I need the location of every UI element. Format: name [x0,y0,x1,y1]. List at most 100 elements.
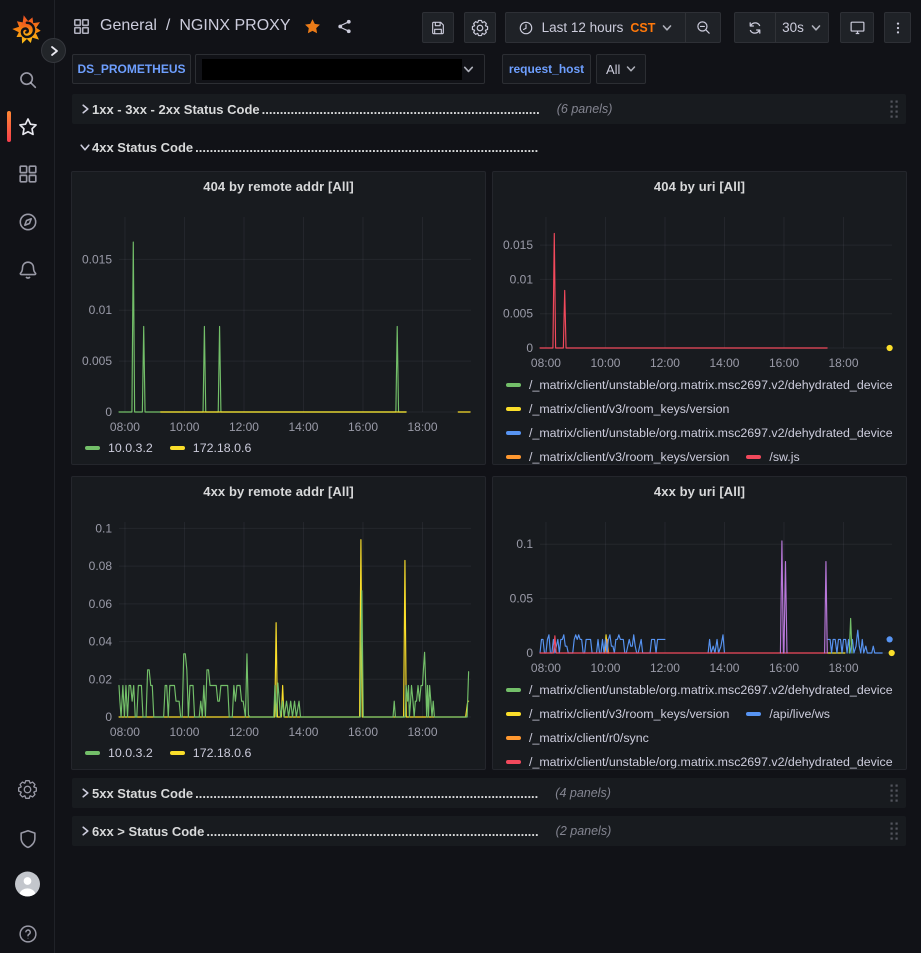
sidebar-item-search[interactable] [15,67,40,92]
more-options-button[interactable] [884,12,911,43]
time-range-label: Last 12 hours [542,20,624,35]
sidebar-item-help[interactable] [15,921,40,946]
refresh-interval-dropdown[interactable]: 30s [776,13,828,42]
x-axis-tick-label: 14:00 [288,725,318,739]
x-axis-tick-label: 16:00 [348,725,378,739]
y-axis-tick-label: 0.1 [516,537,533,551]
row-panel-count: (2 panels) [556,824,612,838]
legend-series-dash [85,751,100,755]
panel-title[interactable]: 4xx by remote addr [All] [72,484,485,499]
star-icon [17,116,39,138]
legend-row: /_matrix/client/unstable/org.matrix.msc2… [506,678,904,702]
sidebar-item-explore[interactable] [15,209,40,234]
legend-item[interactable]: 172.18.0.6 [170,746,252,760]
gear-icon [471,19,489,37]
apps-icon [17,163,39,185]
time-range-picker[interactable]: Last 12 hours CST [506,13,685,42]
monitor-icon [849,19,866,36]
legend-item[interactable]: /sw.js [746,450,799,464]
tv-view-button[interactable] [840,12,874,43]
time-series-chart[interactable]: 00.020.040.060.080.108:0010:0012:0014:00… [72,477,486,770]
legend-item[interactable]: /_matrix/client/unstable/org.matrix.msc2… [506,426,893,440]
legend-series-dash [85,446,100,450]
sidebar-item-server-admin[interactable] [15,826,40,851]
legend: 10.0.3.2 172.18.0.6 [85,739,483,767]
sidebar-item-alerting[interactable] [15,257,40,282]
variable-value-request-host[interactable]: All [596,54,646,84]
compass-icon [17,211,39,233]
legend-item[interactable]: /_matrix/client/unstable/org.matrix.msc2… [506,378,893,392]
variable-value-ds-prometheus[interactable] [195,54,485,84]
chevron-right-icon [48,45,60,57]
sidebar-item-starred[interactable] [15,114,40,139]
sidebar-item-dashboards[interactable] [15,161,40,186]
y-axis-tick-label: 0.04 [89,635,113,649]
grafana-logo[interactable] [11,12,44,47]
dashboard-settings-button[interactable] [464,12,496,43]
refresh-button[interactable] [735,13,775,42]
x-axis-tick-label: 10:00 [169,420,199,434]
legend-item[interactable]: /api/live/ws [746,707,830,721]
legend-row: /_matrix/client/v3/room_keys/version [506,397,904,421]
y-axis-tick-label: 0 [526,646,533,660]
sidebar-item-configuration[interactable] [15,777,40,802]
dashboard-row-header[interactable]: 1xx - 3xx - 2xx Status Code.............… [72,94,906,124]
panel-title[interactable]: 404 by remote addr [All] [72,179,485,194]
row-drag-handle[interactable] [889,783,900,803]
legend-item[interactable]: /_matrix/client/unstable/org.matrix.msc2… [506,683,893,697]
data-point-marker [889,650,895,656]
legend-series-dash [170,751,185,755]
row-title: 4xx Status Code [92,140,193,155]
chevron-down-icon [462,63,475,76]
legend-series-label: /sw.js [769,450,799,464]
chevron-down-icon [661,22,673,34]
y-axis-tick-label: 0.005 [82,354,112,368]
legend-series-label: /_matrix/client/v3/room_keys/version [529,450,729,464]
share-button[interactable] [336,18,353,35]
legend-item[interactable]: /_matrix/client/r0/sync [506,731,649,745]
sidebar-expand-button[interactable] [41,38,66,63]
legend-series-label: 172.18.0.6 [193,441,252,455]
legend-item[interactable]: /_matrix/client/v3/room_keys/version [506,402,729,416]
save-dashboard-button[interactable] [422,12,454,43]
legend-row: /_matrix/client/v3/room_keys/version/sw.… [506,445,904,465]
refresh-interval-label: 30s [782,20,804,35]
breadcrumb-title: NGINX PROXY [179,17,290,35]
chevron-down-icon [625,63,637,75]
dashboard-row-header[interactable]: 5xx Status Code.........................… [72,778,906,808]
variable-label-request-host[interactable]: request_host [502,54,591,84]
legend-item[interactable]: 172.18.0.6 [170,441,252,455]
row-drag-handle[interactable] [889,99,900,119]
x-axis-tick-label: 16:00 [348,420,378,434]
variable-label-ds-prometheus[interactable]: DS_PROMETHEUS [72,54,191,84]
legend-item[interactable]: /_matrix/client/v3/room_keys/version [506,450,729,464]
legend-item[interactable]: 10.0.3.2 [85,746,153,760]
legend-item[interactable]: /_matrix/client/v3/room_keys/version [506,707,729,721]
favorite-star-button[interactable] [303,17,322,36]
sidebar-item-profile[interactable] [15,871,40,896]
x-axis-tick-label: 18:00 [828,356,858,370]
dashboard-row-header[interactable]: 4xx Status Code.........................… [72,132,906,162]
avatar [15,869,40,899]
y-axis-tick-label: 0.015 [82,252,112,266]
row-drag-handle[interactable] [889,821,900,841]
active-item-indicator [7,111,11,142]
legend-item[interactable]: 10.0.3.2 [85,441,153,455]
panel-title[interactable]: 4xx by uri [All] [493,484,906,499]
x-axis-tick-label: 16:00 [769,661,799,675]
data-point-marker [887,345,893,351]
legend-item[interactable]: /_matrix/client/unstable/org.matrix.msc2… [506,755,893,769]
legend-row: 10.0.3.2 172.18.0.6 [85,739,483,767]
x-axis-tick-label: 08:00 [110,420,140,434]
help-icon [17,923,39,945]
breadcrumb-folder[interactable]: General [100,17,157,35]
time-series-chart[interactable]: 00.0050.010.01508:0010:0012:0014:0016:00… [72,172,486,465]
chevron-right-icon [79,103,91,115]
row-leader-dots: ........................................… [262,102,540,117]
legend-series-dash [506,431,521,435]
legend: 10.0.3.2 172.18.0.6 [85,434,483,462]
dashboard-row-header[interactable]: 6xx > Status Code.......................… [72,816,906,846]
zoom-out-button[interactable] [686,13,720,42]
panel-title[interactable]: 404 by uri [All] [493,179,906,194]
row-title: 1xx - 3xx - 2xx Status Code [92,102,260,117]
